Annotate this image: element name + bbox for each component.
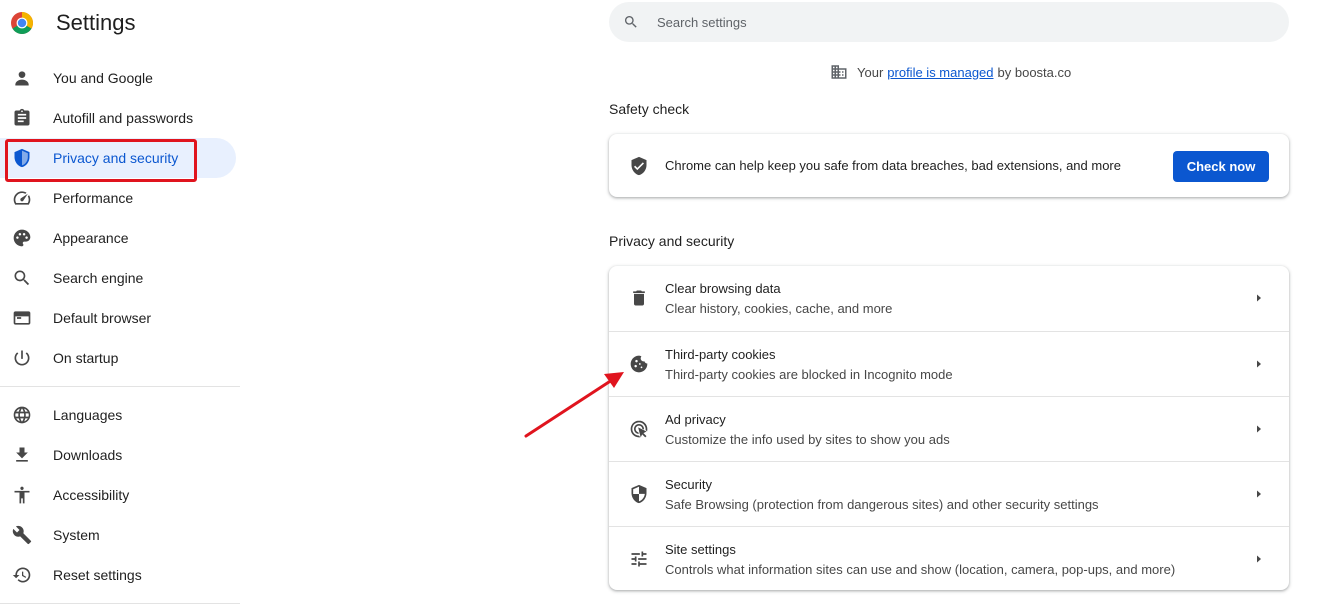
chevron-right-icon bbox=[1253, 486, 1265, 502]
sidebar-item-performance[interactable]: Performance bbox=[0, 178, 236, 218]
managed-suffix: by boosta.co bbox=[997, 64, 1072, 80]
sidebar-item-label: Privacy and security bbox=[53, 150, 179, 166]
chevron-right-icon bbox=[1253, 356, 1265, 372]
row-title: Security bbox=[665, 477, 712, 492]
row-third-party-cookies[interactable]: Third-party cookies Third-party cookies … bbox=[609, 331, 1289, 396]
search-bar[interactable] bbox=[609, 2, 1289, 42]
speedometer-icon bbox=[12, 188, 32, 208]
sidebar-item-label: Accessibility bbox=[53, 487, 130, 503]
row-site-settings[interactable]: Site settings Controls what information … bbox=[609, 526, 1289, 591]
privacy-section-heading: Privacy and security bbox=[609, 233, 735, 249]
page-title: Settings bbox=[56, 10, 136, 35]
power-icon bbox=[12, 348, 32, 368]
sidebar-divider bbox=[0, 603, 240, 604]
trash-icon bbox=[629, 288, 649, 308]
sidebar-item-label: Default browser bbox=[53, 310, 152, 326]
row-title: Clear browsing data bbox=[665, 281, 781, 296]
safety-check-card: Chrome can help keep you safe from data … bbox=[609, 134, 1289, 197]
building-icon bbox=[830, 63, 848, 81]
sidebar-item-label: System bbox=[53, 527, 100, 543]
row-subtitle: Clear history, cookies, cache, and more bbox=[665, 301, 893, 316]
sidebar-item-label: Languages bbox=[53, 407, 123, 423]
cookie-icon bbox=[629, 354, 649, 374]
shield-icon bbox=[12, 148, 32, 168]
sidebar-divider bbox=[0, 386, 240, 387]
clipboard-icon bbox=[12, 108, 32, 128]
row-subtitle: Controls what information sites can use … bbox=[665, 562, 1176, 577]
managed-prefix: Your bbox=[857, 64, 884, 80]
sidebar-item-system[interactable]: System bbox=[0, 515, 236, 555]
sidebar-item-appearance[interactable]: Appearance bbox=[0, 218, 236, 258]
sidebar-item-label: Search engine bbox=[53, 270, 144, 286]
row-subtitle: Third-party cookies are blocked in Incog… bbox=[665, 367, 953, 382]
sidebar-item-languages[interactable]: Languages bbox=[0, 395, 236, 435]
browser-window-icon bbox=[12, 308, 32, 328]
row-title: Ad privacy bbox=[665, 412, 726, 427]
download-icon bbox=[12, 445, 32, 465]
sidebar-item-label: You and Google bbox=[53, 70, 153, 86]
chevron-right-icon bbox=[1253, 551, 1265, 567]
safety-check-heading: Safety check bbox=[609, 101, 690, 117]
sidebar-item-label: Performance bbox=[53, 190, 134, 206]
row-title: Third-party cookies bbox=[665, 347, 776, 362]
sidebar-item-privacy-and-security[interactable]: Privacy and security bbox=[0, 138, 236, 178]
chrome-logo-icon bbox=[11, 12, 33, 34]
safety-check-description: Chrome can help keep you safe from data … bbox=[665, 158, 1121, 173]
settings-window: Settings You and Google Autofill and pas… bbox=[0, 0, 1322, 608]
sidebar-item-on-startup[interactable]: On startup bbox=[0, 338, 236, 378]
history-icon bbox=[12, 565, 32, 585]
brand: Settings bbox=[10, 9, 136, 37]
sliders-icon bbox=[629, 549, 649, 569]
chevron-right-icon bbox=[1253, 290, 1265, 306]
ad-privacy-icon bbox=[629, 419, 649, 439]
sidebar-item-label: On startup bbox=[53, 350, 119, 366]
row-subtitle: Safe Browsing (protection from dangerous… bbox=[665, 497, 1099, 512]
profile-managed-link[interactable]: profile is managed bbox=[887, 65, 993, 80]
row-security[interactable]: Security Safe Browsing (protection from … bbox=[609, 461, 1289, 526]
shield-check-icon bbox=[629, 156, 649, 176]
search-icon bbox=[623, 14, 639, 30]
sidebar-item-you-and-google[interactable]: You and Google bbox=[0, 58, 236, 98]
sidebar-item-reset-settings[interactable]: Reset settings bbox=[0, 555, 236, 595]
shield-icon bbox=[629, 484, 649, 504]
sidebar-item-default-browser[interactable]: Default browser bbox=[0, 298, 236, 338]
row-title: Site settings bbox=[665, 542, 736, 557]
sidebar-item-label: Appearance bbox=[53, 230, 129, 246]
row-clear-browsing-data[interactable]: Clear browsing data Clear history, cooki… bbox=[609, 266, 1289, 331]
search-icon bbox=[12, 268, 32, 288]
managed-notice: Your profile is managed by boosta.co bbox=[830, 63, 1071, 81]
person-icon bbox=[12, 68, 32, 88]
check-now-button[interactable]: Check now bbox=[1173, 151, 1269, 182]
wrench-icon bbox=[12, 525, 32, 545]
row-ad-privacy[interactable]: Ad privacy Customize the info used by si… bbox=[609, 396, 1289, 461]
search-input[interactable] bbox=[655, 2, 1255, 42]
sidebar-item-label: Autofill and passwords bbox=[53, 110, 194, 126]
accessibility-icon bbox=[12, 485, 32, 505]
chevron-right-icon bbox=[1253, 421, 1265, 437]
sidebar-item-downloads[interactable]: Downloads bbox=[0, 435, 236, 475]
sidebar-item-label: Reset settings bbox=[53, 567, 142, 583]
palette-icon bbox=[12, 228, 32, 248]
globe-icon bbox=[12, 405, 32, 425]
privacy-card: Clear browsing data Clear history, cooki… bbox=[609, 266, 1289, 590]
sidebar-item-search-engine[interactable]: Search engine bbox=[0, 258, 236, 298]
sidebar-item-autofill[interactable]: Autofill and passwords bbox=[0, 98, 236, 138]
sidebar: Settings You and Google Autofill and pas… bbox=[0, 0, 240, 608]
row-subtitle: Customize the info used by sites to show… bbox=[665, 432, 950, 447]
sidebar-item-label: Downloads bbox=[53, 447, 123, 463]
sidebar-item-accessibility[interactable]: Accessibility bbox=[0, 475, 236, 515]
